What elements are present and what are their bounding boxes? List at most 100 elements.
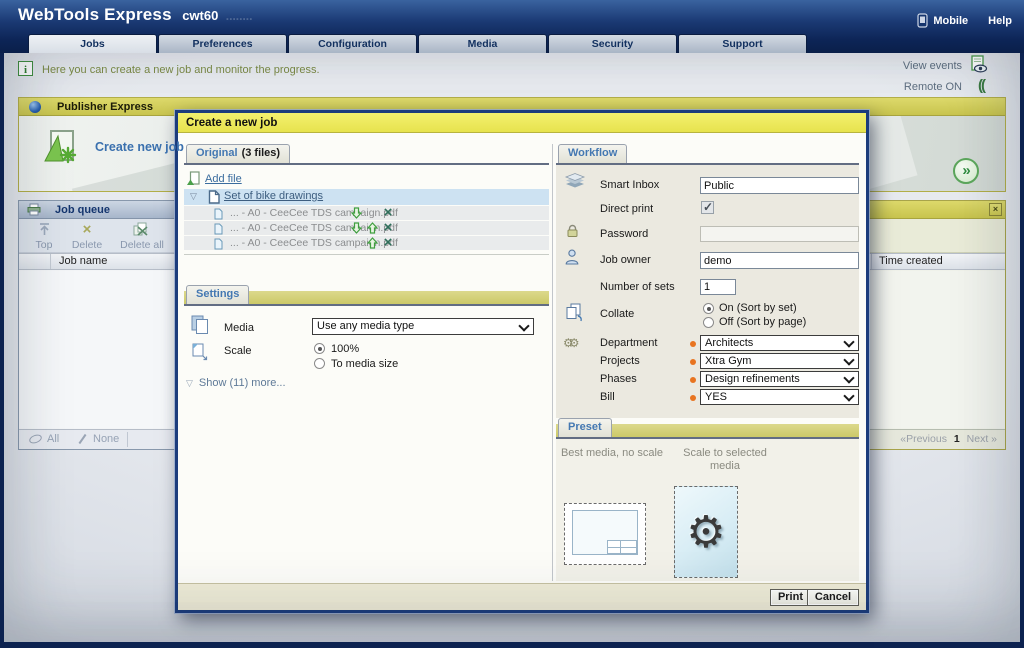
- bill-label: Bill: [600, 391, 615, 403]
- app-title-text: WebTools Express: [18, 5, 172, 24]
- view-events-icon[interactable]: [969, 55, 988, 79]
- gear-image-icon: [686, 507, 725, 558]
- smart-inbox-label: Smart Inbox: [600, 179, 659, 191]
- chevron-down-icon: [845, 339, 853, 347]
- dialog-footer: Print Cancel: [178, 583, 866, 610]
- file-row: ... - A0 - CeeCee TDS campaign.pdf: [184, 221, 549, 235]
- list-divider: [184, 254, 549, 255]
- gears-icon: [563, 334, 575, 352]
- cancel-button[interactable]: Cancel: [807, 589, 859, 606]
- create-new-job-label: Create new job: [95, 140, 184, 154]
- help-link[interactable]: Help: [988, 15, 1012, 27]
- tab-preset[interactable]: Preset: [558, 418, 612, 437]
- create-new-job-button[interactable]: Create new job: [41, 128, 184, 166]
- password-input[interactable]: [700, 226, 859, 242]
- original-file-count: (3 files): [242, 147, 281, 159]
- remote-signal-icon[interactable]: [978, 77, 984, 95]
- number-of-sets-label: Number of sets: [600, 281, 675, 293]
- tab-jobs[interactable]: Jobs: [28, 34, 157, 53]
- tab-original[interactable]: Original(3 files): [186, 144, 290, 163]
- remove-file-icon[interactable]: [381, 206, 395, 220]
- title-block: [607, 540, 637, 554]
- create-new-job-icon: [41, 128, 79, 166]
- workflow-section: Smart Inbox Direct print Password: [556, 165, 859, 418]
- next-page-link[interactable]: Next »: [967, 433, 997, 445]
- collate-off-label[interactable]: Off (Sort by page): [719, 316, 806, 328]
- current-page[interactable]: 1: [954, 433, 960, 445]
- tab-support[interactable]: Support: [678, 34, 807, 53]
- required-dot: [690, 377, 696, 383]
- select-all-icon: [28, 433, 43, 445]
- required-dot: [690, 395, 696, 401]
- scale-100-label[interactable]: 100%: [331, 343, 359, 355]
- move-up-icon[interactable]: [365, 236, 379, 250]
- move-up-icon[interactable]: [365, 221, 379, 235]
- expand-triangle-icon: [186, 378, 193, 389]
- preset-tab-row: Preset: [556, 418, 859, 439]
- tab-settings[interactable]: Settings: [186, 285, 249, 304]
- collate-off-radio[interactable]: [703, 317, 714, 328]
- preset-scale-media-thumbnail[interactable]: [674, 486, 738, 578]
- tab-media[interactable]: Media: [418, 34, 547, 53]
- file-row: ... - A0 - CeeCee TDS campaign.pdf: [184, 206, 549, 220]
- remove-file-icon[interactable]: [381, 236, 395, 250]
- collapse-triangle-icon[interactable]: [190, 191, 197, 202]
- media-select[interactable]: Use any media type: [312, 318, 534, 335]
- delete-button[interactable]: × Delete: [65, 222, 109, 251]
- chevron-down-icon: [845, 393, 853, 401]
- top-button[interactable]: Top: [25, 222, 63, 251]
- close-icon[interactable]: [989, 203, 1002, 216]
- select-all-link[interactable]: All: [29, 433, 59, 445]
- scale-to-media-radio[interactable]: [314, 358, 325, 369]
- title-dots: ........: [226, 9, 253, 23]
- media-icon: [190, 314, 210, 340]
- remove-file-icon[interactable]: [381, 221, 395, 235]
- mobile-link[interactable]: Mobile: [917, 13, 968, 28]
- show-more-link[interactable]: Show (11) more...: [186, 377, 286, 389]
- direct-print-checkbox[interactable]: [701, 201, 714, 214]
- collate-on-label[interactable]: On (Sort by set): [719, 302, 797, 314]
- tab-preferences[interactable]: Preferences: [158, 34, 287, 53]
- number-of-sets-input[interactable]: [700, 279, 736, 295]
- phases-select[interactable]: Design refinements: [700, 371, 859, 387]
- tab-workflow[interactable]: Workflow: [558, 144, 627, 163]
- department-label: Department: [600, 337, 657, 349]
- smart-inbox-icon: [564, 172, 586, 194]
- preset-best-media-thumbnail[interactable]: [564, 503, 646, 565]
- info-message: Here you can create a new job and monito…: [42, 64, 320, 76]
- file-page-icon: [214, 237, 223, 255]
- info-icon: [18, 61, 33, 76]
- select-none-link[interactable]: None: [77, 433, 119, 445]
- preset-option2-label: Scale to selected media: [668, 447, 782, 473]
- file-row: ... - A0 - CeeCee TDS campaign.pdf: [184, 236, 549, 250]
- move-down-icon[interactable]: [349, 206, 363, 220]
- job-owner-input[interactable]: [700, 252, 859, 269]
- add-file-link[interactable]: Add file: [186, 171, 242, 186]
- expand-chevron-button[interactable]: [953, 158, 979, 184]
- collate-on-radio[interactable]: [703, 303, 714, 314]
- tab-configuration[interactable]: Configuration: [288, 34, 417, 53]
- scale-100-radio[interactable]: [314, 343, 325, 354]
- settings-tab-row: Settings: [184, 285, 549, 306]
- projects-select[interactable]: Xtra Gym: [700, 353, 859, 369]
- file-set-link[interactable]: Set of bike drawings: [224, 190, 323, 202]
- move-down-icon[interactable]: [349, 221, 363, 235]
- job-owner-label: Job owner: [600, 254, 651, 266]
- delete-all-button[interactable]: Delete all: [113, 222, 171, 251]
- dialog-body: Original(3 files) Add file: [178, 134, 866, 583]
- collate-label: Collate: [600, 308, 634, 320]
- preset-section: Best media, no scale Scale to selected m…: [556, 439, 859, 581]
- bill-select[interactable]: YES: [700, 389, 859, 405]
- department-select[interactable]: Architects: [700, 335, 859, 351]
- tab-security[interactable]: Security: [548, 34, 677, 53]
- view-events-link[interactable]: View events: [903, 60, 962, 72]
- select-column-cell: [19, 254, 51, 269]
- job-name-column-header: Job name: [59, 254, 107, 269]
- previous-page-link[interactable]: «Previous: [900, 433, 947, 445]
- scale-to-media-label[interactable]: To media size: [331, 358, 398, 370]
- smart-inbox-input[interactable]: [700, 177, 859, 194]
- remote-on-toggle[interactable]: Remote ON: [904, 81, 962, 93]
- file-name: ... - A0 - CeeCee TDS campaign.pdf: [230, 206, 398, 220]
- file-set-row: Set of bike drawings: [184, 189, 549, 205]
- print-button[interactable]: Print: [770, 589, 811, 606]
